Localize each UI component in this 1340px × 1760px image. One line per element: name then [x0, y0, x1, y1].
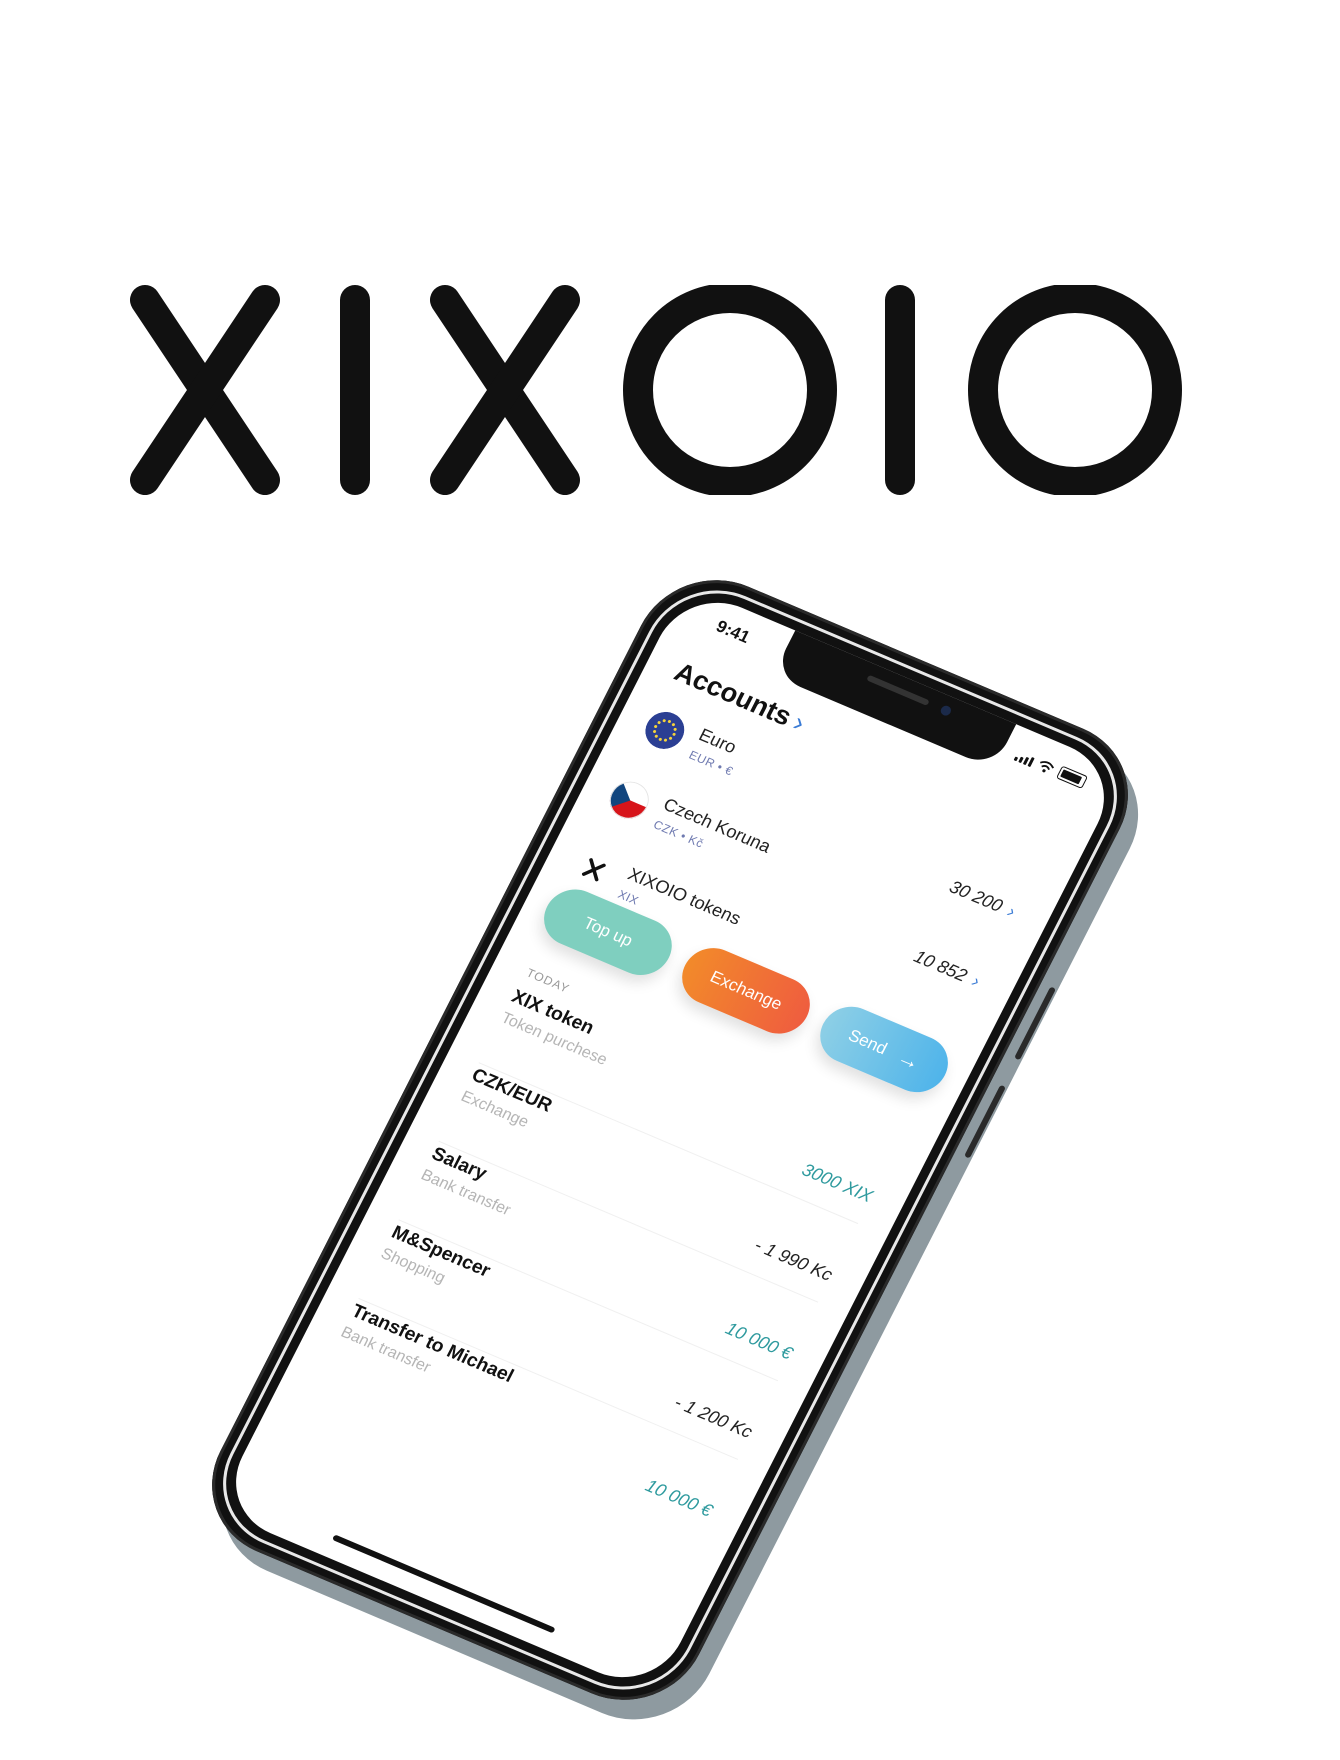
transaction-amount: 3000 XIX [798, 1159, 877, 1207]
status-icons [1013, 748, 1089, 789]
phone-screen: 9:41 Accounts› Euro EUR • € 30 200› Czec… [215, 584, 1125, 1696]
cellular-signal-icon [1013, 751, 1035, 768]
send-label: Send [845, 1025, 891, 1059]
eu-flag-icon [639, 706, 691, 755]
transaction-amount: 10 000 € [722, 1318, 796, 1364]
arrow-right-icon: → [893, 1044, 925, 1075]
phone-frame: 9:41 Accounts› Euro EUR • € 30 200› Czec… [184, 556, 1156, 1724]
camera-icon [938, 704, 953, 718]
status-time: 9:41 [713, 616, 754, 647]
xixoio-logo [130, 285, 1182, 495]
czech-flag-icon [603, 775, 656, 825]
chevron-right-icon: › [1004, 901, 1019, 922]
phone-mockup: 9:41 Accounts› Euro EUR • € 30 200› Czec… [184, 556, 1166, 1744]
battery-icon [1055, 765, 1089, 789]
chevron-right-icon: › [968, 970, 984, 992]
wifi-icon [1040, 761, 1055, 773]
transaction-amount: 10 000 € [642, 1475, 716, 1521]
